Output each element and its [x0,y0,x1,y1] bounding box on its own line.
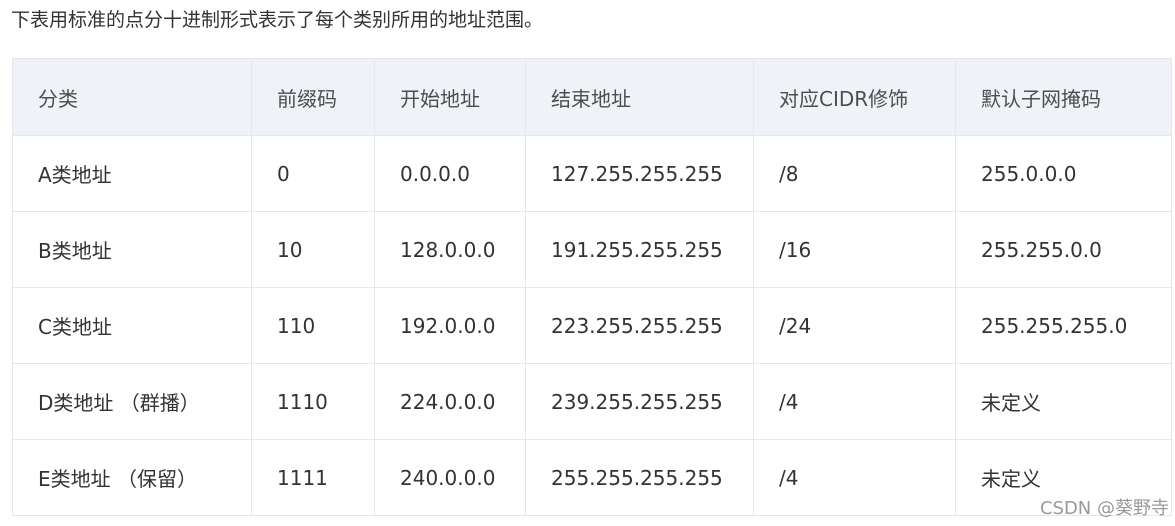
cell-cidr: /24 [753,287,956,364]
cell-prefix: 10 [251,211,375,288]
cell-class: D类地址 （群播） [12,363,252,440]
table-row: A类地址 0 0.0.0.0 127.255.255.255 /8 255.0.… [12,135,1172,212]
cell-cidr: /4 [753,363,956,440]
header-cidr: 对应CIDR修饰 [753,58,956,136]
cell-cidr: /8 [753,135,956,212]
cell-start-address: 0.0.0.0 [374,135,526,212]
table-row: D类地址 （群播） 1110 224.0.0.0 239.255.255.255… [12,363,1172,440]
cell-class: A类地址 [12,135,252,212]
header-start-address: 开始地址 [374,58,526,136]
header-end-address: 结束地址 [525,58,754,136]
ip-address-class-table: 分类 前缀码 开始地址 结束地址 对应CIDR修饰 默认子网掩码 A类地址 0 … [12,58,1172,516]
cell-prefix: 0 [251,135,375,212]
cell-end-address: 191.255.255.255 [525,211,754,288]
cell-prefix: 1110 [251,363,375,440]
cell-end-address: 127.255.255.255 [525,135,754,212]
cell-default-mask: 未定义 [955,363,1172,440]
table-row: C类地址 110 192.0.0.0 223.255.255.255 /24 2… [12,287,1172,364]
cell-end-address: 223.255.255.255 [525,287,754,364]
csdn-watermark: CSDN @葵野寺 [1039,498,1169,519]
cell-default-mask: 255.0.0.0 [955,135,1172,212]
header-prefix: 前缀码 [251,58,375,136]
cell-class: C类地址 [12,287,252,364]
cell-start-address: 240.0.0.0 [374,439,526,516]
cell-class: B类地址 [12,211,252,288]
header-default-mask: 默认子网掩码 [955,58,1172,136]
cell-end-address: 239.255.255.255 [525,363,754,440]
table-row: E类地址 （保留） 1111 240.0.0.0 255.255.255.255… [12,439,1172,516]
table-row: B类地址 10 128.0.0.0 191.255.255.255 /16 25… [12,211,1172,288]
cell-class: E类地址 （保留） [12,439,252,516]
cell-start-address: 192.0.0.0 [374,287,526,364]
header-class: 分类 [12,58,252,136]
intro-paragraph: 下表用标准的点分十进制形式表示了每个类别所用的地址范围。 [11,9,544,31]
cell-start-address: 128.0.0.0 [374,211,526,288]
cell-start-address: 224.0.0.0 [374,363,526,440]
cell-cidr: /4 [753,439,956,516]
cell-prefix: 110 [251,287,375,364]
cell-end-address: 255.255.255.255 [525,439,754,516]
cell-default-mask: 255.255.255.0 [955,287,1172,364]
cell-default-mask: 255.255.0.0 [955,211,1172,288]
cell-prefix: 1111 [251,439,375,516]
cell-cidr: /16 [753,211,956,288]
table-header-row: 分类 前缀码 开始地址 结束地址 对应CIDR修饰 默认子网掩码 [12,58,1172,136]
